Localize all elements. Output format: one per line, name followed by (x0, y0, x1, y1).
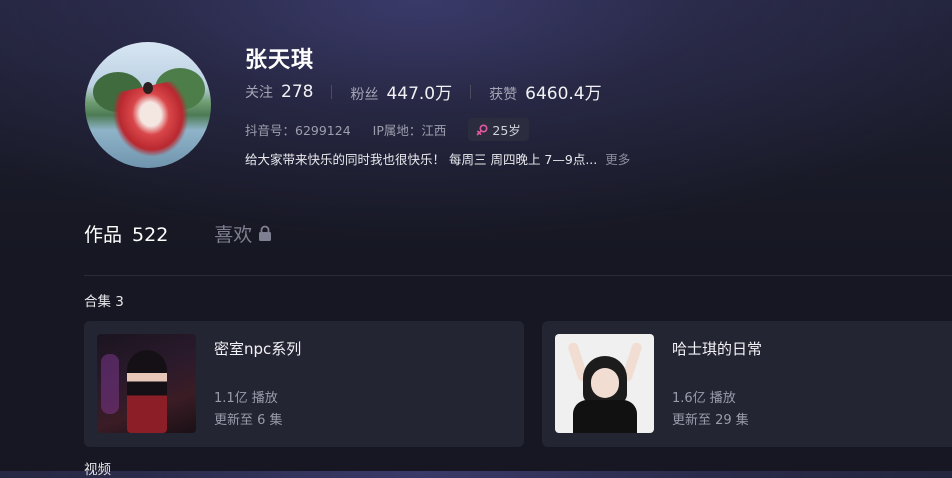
stat-label: 粉丝 (350, 87, 379, 103)
section-divider (84, 275, 952, 276)
collection-title: 哈士琪的日常 (672, 340, 763, 358)
female-icon (477, 123, 488, 135)
collection-plays: 1.1亿 播放 (214, 391, 278, 406)
collections-title: 合集 3 (84, 294, 124, 310)
stat-likes-received: 获赞 6460.4万 (489, 79, 601, 104)
tab-works[interactable]: 作品 522 (84, 220, 168, 247)
collection-plays: 1.6亿 播放 (672, 391, 736, 406)
profile-name: 张天琪 (245, 48, 315, 73)
collection-card[interactable]: 密室npc系列 1.1亿 播放 更新至 6 集 (84, 321, 524, 447)
bio-text: 给大家带来快乐的同时我也很快乐！ 每周三 周四晚上 7—9点... (245, 152, 598, 167)
stat-divider (331, 84, 333, 99)
stat-value: 278 (281, 81, 314, 102)
collection-thumbnail (97, 334, 196, 433)
avatar[interactable] (85, 42, 211, 168)
stat-following[interactable]: 关注 278 (245, 82, 313, 102)
profile-stats: 关注 278 粉丝 447.0万 获赞 6460.4万 (245, 79, 602, 105)
collection-update: 更新至 6 集 (214, 413, 283, 428)
stat-divider (470, 84, 472, 99)
videos-title: 视频 (84, 462, 111, 478)
tab-works-count: 522 (132, 224, 169, 246)
stat-label: 获赞 (489, 87, 518, 103)
tab-likes[interactable]: 喜欢 (214, 220, 272, 247)
age-text: 25岁 (492, 123, 521, 138)
bio-more-link[interactable]: 更多 (605, 149, 630, 168)
collection-card[interactable]: 哈士琪的日常 1.6亿 播放 更新至 29 集 (542, 321, 952, 447)
collection-thumbnail (555, 334, 654, 433)
collection-update: 更新至 29 集 (672, 413, 749, 428)
stat-label: 关注 (245, 84, 273, 101)
ip-location: IP属地：江西 (372, 123, 447, 138)
stat-followers[interactable]: 粉丝 447.0万 (350, 79, 452, 104)
profile-tabs: 作品 522 喜欢 (84, 220, 272, 247)
profile-bio: 给大家带来快乐的同时我也很快乐！ 每周三 周四晚上 7—9点... 更多 (245, 149, 630, 168)
collection-title: 密室npc系列 (214, 340, 302, 358)
age-badge: 25岁 (468, 118, 529, 141)
tab-works-label: 作品 (84, 224, 123, 246)
avatar-figure-head (143, 82, 153, 94)
stat-value: 447.0万 (386, 84, 453, 104)
douyin-id: 抖音号：6299124 (245, 123, 351, 138)
profile-meta: 抖音号：6299124 IP属地：江西 25岁 (245, 118, 529, 141)
lock-icon (259, 225, 272, 241)
avatar-figure-dress (108, 79, 196, 163)
tab-likes-label: 喜欢 (214, 224, 253, 246)
stat-value: 6460.4万 (525, 84, 602, 104)
